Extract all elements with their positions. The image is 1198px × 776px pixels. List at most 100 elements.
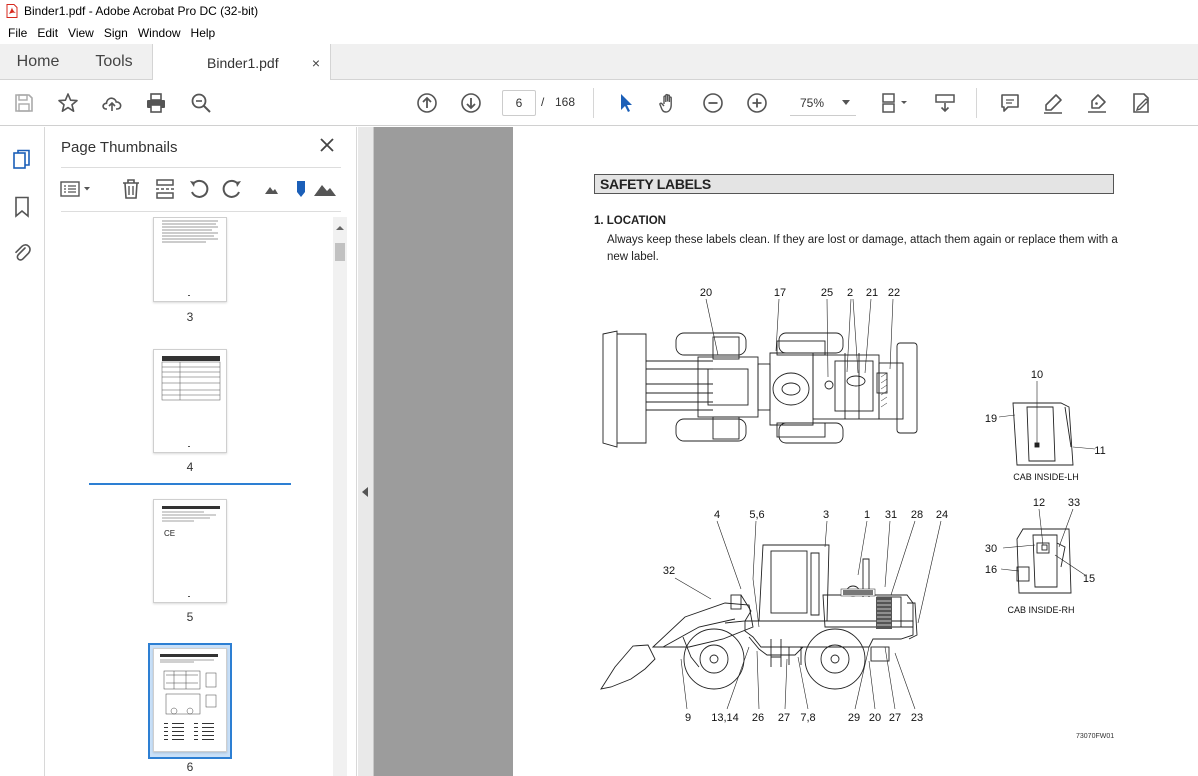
tab-document[interactable]: Binder1.pdf × <box>152 44 331 81</box>
rotate-clockwise-icon[interactable] <box>220 177 244 201</box>
close-tab-icon[interactable]: × <box>312 55 320 71</box>
panel-title: Page Thumbnails <box>61 139 178 156</box>
collapse-panel-handle[interactable] <box>358 127 374 776</box>
radiator-hatch <box>880 372 888 408</box>
callout-20-top: 20 <box>700 287 712 299</box>
thumbnail-scrollbar[interactable] <box>333 217 347 776</box>
scrollbar-thumb[interactable] <box>335 243 345 261</box>
page-thumbnails-icon[interactable] <box>10 148 34 172</box>
zoom-in-thumbnails-icon[interactable] <box>313 177 337 201</box>
tab-bar: Home Tools Binder1.pdf × <box>0 44 1198 81</box>
callout-17: 17 <box>774 287 786 299</box>
zoom-in-icon[interactable] <box>744 90 770 116</box>
page-number-input[interactable]: 6 <box>502 90 536 116</box>
panel-divider <box>61 167 341 168</box>
toolbar-divider <box>976 88 977 118</box>
menu-edit[interactable]: Edit <box>32 26 63 40</box>
cloud-upload-icon[interactable] <box>99 90 125 116</box>
callout-26: 26 <box>752 712 764 724</box>
zoom-out-thumbnails-icon[interactable] <box>259 177 283 201</box>
thumbnail-page[interactable] <box>153 349 227 453</box>
callout-27-b: 27 <box>889 712 901 724</box>
document-viewer[interactable]: SAFETY LABELS 1. LOCATION Always keep th… <box>358 127 1198 776</box>
rotate-counterclockwise-icon[interactable] <box>187 177 211 201</box>
page-separator: / <box>541 95 545 109</box>
machine-top-view <box>602 330 918 448</box>
close-icon[interactable] <box>318 136 336 154</box>
thumbnail-page[interactable] <box>153 648 227 752</box>
delete-page-icon[interactable] <box>119 177 143 201</box>
thumbnail-label: 5 <box>186 610 194 624</box>
toolbar: 6 / 168 75% <box>0 80 1198 126</box>
hand-tool-icon[interactable] <box>656 90 682 116</box>
comment-icon[interactable] <box>997 90 1023 116</box>
attachment-icon[interactable] <box>10 241 34 265</box>
callout-9: 9 <box>685 712 691 724</box>
thumbnail-size-slider-icon[interactable] <box>289 177 313 201</box>
callout-27-a: 27 <box>778 712 790 724</box>
extract-pages-icon[interactable] <box>153 177 177 201</box>
collapse-arrow-icon <box>362 487 368 497</box>
thumbnail-label: 4 <box>186 460 194 474</box>
menu-file[interactable]: File <box>3 26 32 40</box>
callout-32: 32 <box>663 565 675 577</box>
bookmark-icon[interactable] <box>10 195 34 219</box>
thumbnail-page[interactable]: CE <box>153 499 227 603</box>
title-bar: Binder1.pdf - Adobe Acrobat Pro DC (32-b… <box>0 0 1198 22</box>
highlight-pen-icon[interactable] <box>1040 90 1066 116</box>
cab-lh-caption: CAB INSIDE-LH <box>1013 472 1079 482</box>
callout-22: 22 <box>888 287 900 299</box>
tab-home[interactable]: Home <box>0 44 76 79</box>
scroll-up-icon[interactable] <box>333 221 347 235</box>
callout-23: 23 <box>911 712 923 724</box>
pdf-page: SAFETY LABELS 1. LOCATION Always keep th… <box>513 127 1198 776</box>
top-view-callout-lines <box>705 298 894 378</box>
callout-4: 4 <box>714 509 720 521</box>
callout-11: 11 <box>1094 445 1105 457</box>
cab-inside-lh <box>1012 402 1074 466</box>
callout-20-bottom: 20 <box>869 712 881 724</box>
thumbnails-panel: Page Thumbnails 3 4 CE 5 6 <box>45 127 357 776</box>
callout-5-6: 5,6 <box>749 509 764 521</box>
drop-indicator <box>89 483 291 485</box>
save-icon[interactable] <box>11 90 37 116</box>
thumbnail-options-icon[interactable] <box>59 177 95 201</box>
tab-tools[interactable]: Tools <box>76 44 152 79</box>
callout-10: 10 <box>1031 369 1043 381</box>
zoom-level-value: 75% <box>800 95 825 110</box>
scroll-mode-icon[interactable] <box>932 90 958 116</box>
cab-inside-rh <box>1016 528 1072 594</box>
callout-28: 28 <box>911 509 923 521</box>
select-cursor-icon[interactable] <box>613 90 639 116</box>
figure-code: 73070FW01 <box>1076 733 1115 740</box>
callout-2: 2 <box>847 287 853 299</box>
callout-16: 16 <box>985 564 997 576</box>
menu-view[interactable]: View <box>63 26 99 40</box>
callout-7-8: 7,8 <box>800 712 815 724</box>
thumbnail-label: 6 <box>186 760 194 774</box>
next-page-icon[interactable] <box>458 90 484 116</box>
zoom-level-select[interactable]: 75% <box>790 90 856 116</box>
thumbnail-label: 3 <box>186 310 194 324</box>
callout-1: 1 <box>864 509 870 521</box>
page-layout-icon[interactable] <box>874 90 914 116</box>
tab-document-label: Binder1.pdf <box>207 54 279 71</box>
draw-signature-icon[interactable] <box>1084 90 1110 116</box>
thumbnail-page[interactable] <box>153 217 227 302</box>
edit-document-icon[interactable] <box>1128 90 1154 116</box>
menu-help[interactable]: Help <box>186 26 221 40</box>
previous-page-icon[interactable] <box>414 90 440 116</box>
zoom-search-icon[interactable] <box>188 90 214 116</box>
callout-30: 30 <box>985 543 997 555</box>
callout-33: 33 <box>1068 497 1080 509</box>
callout-12: 12 <box>1033 497 1045 509</box>
navigation-rail <box>0 127 45 776</box>
toolbar-divider <box>593 88 594 118</box>
zoom-out-icon[interactable] <box>700 90 726 116</box>
menu-bar: File Edit View Sign Window Help <box>0 22 1198 44</box>
menu-window[interactable]: Window <box>133 26 186 40</box>
print-icon[interactable] <box>143 90 169 116</box>
menu-sign[interactable]: Sign <box>99 26 133 40</box>
chevron-down-icon <box>842 99 850 105</box>
star-icon[interactable] <box>55 90 81 116</box>
